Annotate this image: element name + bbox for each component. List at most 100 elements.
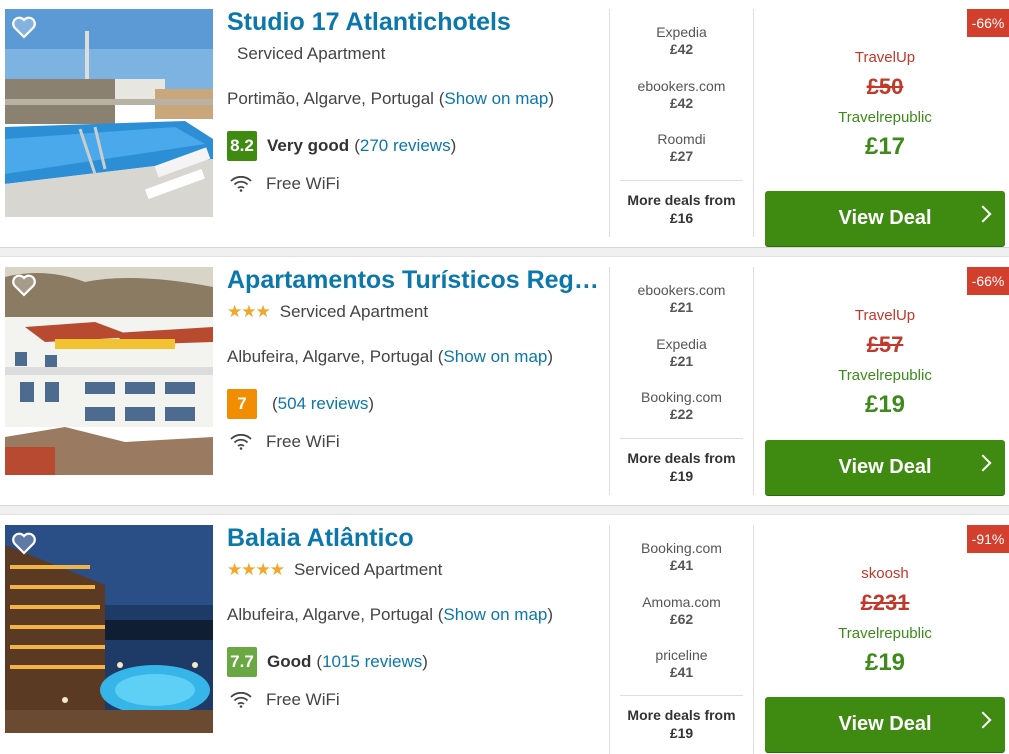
- more-deals-price: £19: [669, 468, 694, 484]
- more-deals-label: More deals from: [627, 192, 736, 208]
- hotel-card: Studio 17 Atlantichotels Serviced Apartm…: [0, 8, 1009, 247]
- reviews-link[interactable]: 270 reviews: [360, 136, 451, 155]
- deal-item[interactable]: Expedia £42: [610, 24, 753, 58]
- heart-icon[interactable]: [11, 531, 37, 555]
- rating-label: Good: [267, 652, 312, 671]
- rating-row: 8.2 Very good (270 reviews): [227, 131, 456, 161]
- deal-price: £62: [669, 611, 694, 627]
- paren-close: ): [547, 347, 554, 366]
- deal-price: £21: [669, 299, 694, 315]
- chevron-right-icon: [974, 454, 992, 472]
- reviews-count: (504 reviews): [272, 394, 374, 414]
- rating-score-badge: 7.7: [227, 647, 257, 677]
- wifi-icon: [230, 434, 252, 450]
- amenity-label: Free WiFi: [266, 174, 340, 193]
- discount-badge: -66%: [967, 267, 1009, 295]
- rating-score-badge: 8.2: [227, 131, 257, 161]
- hotel-photo[interactable]: [5, 9, 213, 217]
- deal-provider: ebookers.com: [637, 282, 726, 298]
- more-deals-label: More deals from: [627, 450, 736, 466]
- accommodation-type: ★★★★ Serviced Apartment: [227, 560, 442, 580]
- hotel-location: Albufeira, Algarve, Portugal (Show on ma…: [227, 605, 553, 625]
- accommodation-type: Serviced Apartment: [227, 44, 385, 64]
- hotel-photo[interactable]: [5, 525, 213, 733]
- best-price: £17: [864, 133, 906, 160]
- other-deals: Booking.com £41 Amoma.com £62 priceline …: [609, 525, 754, 754]
- amenity-row: Free WiFi: [230, 432, 340, 452]
- best-price: £19: [864, 391, 906, 418]
- deal-item[interactable]: Roomdi £27: [610, 131, 753, 165]
- view-deal-label: View Deal: [838, 713, 932, 735]
- compare-provider: skoosh: [861, 565, 909, 582]
- deal-provider: Roomdi: [657, 131, 706, 147]
- discount-badge: -66%: [967, 9, 1009, 37]
- accommodation-type-label: Serviced Apartment: [279, 302, 429, 321]
- rating-row: 7.7 Good (1015 reviews): [227, 647, 428, 677]
- deal-provider: Expedia: [656, 336, 707, 352]
- accommodation-type-label: Serviced Apartment: [237, 44, 386, 63]
- discount-badge: -91%: [967, 525, 1009, 553]
- amenity-label: Free WiFi: [266, 432, 340, 451]
- compare-price: £57: [866, 332, 904, 357]
- chevron-right-icon: [974, 205, 992, 223]
- show-on-map-link[interactable]: Show on map: [443, 347, 547, 366]
- card-separator: [0, 247, 1009, 257]
- deal-provider: Booking.com: [641, 389, 722, 405]
- more-deals-label: More deals from: [627, 707, 736, 723]
- paren-close: ): [548, 89, 554, 108]
- more-deals-link[interactable]: More deals from £19: [620, 695, 743, 742]
- view-deal-label: View Deal: [838, 207, 932, 229]
- hotel-card: Balaia Atlântico ★★★★ Serviced Apartment…: [0, 524, 1009, 754]
- card-separator: [0, 505, 1009, 515]
- location-text: Albufeira, Algarve, Portugal: [227, 605, 434, 624]
- deal-item[interactable]: ebookers.com £21: [610, 282, 753, 316]
- deal-price: £41: [669, 664, 694, 680]
- deal-provider: Expedia: [656, 24, 707, 40]
- deal-item[interactable]: Booking.com £22: [610, 389, 753, 423]
- reviews-link[interactable]: 504 reviews: [278, 394, 369, 413]
- deal-price: £21: [669, 353, 694, 369]
- main-deal: -66% TravelUp £50 Travelrepublic £17 Vie…: [765, 9, 1009, 247]
- reviews-link[interactable]: 1015 reviews: [322, 652, 422, 671]
- deal-provider: priceline: [655, 647, 708, 663]
- show-on-map-link[interactable]: Show on map: [444, 89, 548, 108]
- view-deal-button[interactable]: View Deal: [765, 440, 1005, 495]
- deal-item[interactable]: ebookers.com £42: [610, 78, 753, 112]
- accommodation-type-label: Serviced Apartment: [293, 560, 443, 579]
- deal-price: £22: [669, 406, 694, 422]
- wifi-icon: [230, 176, 252, 192]
- deal-price: £41: [669, 557, 694, 573]
- deal-item[interactable]: Amoma.com £62: [610, 594, 753, 628]
- location-text: Portimão, Algarve, Portugal: [227, 89, 434, 108]
- wifi-icon: [230, 692, 252, 708]
- heart-icon[interactable]: [11, 273, 37, 297]
- view-deal-button[interactable]: View Deal: [765, 697, 1005, 752]
- deal-provider: ebookers.com: [637, 78, 726, 94]
- more-deals-link[interactable]: More deals from £19: [620, 438, 743, 485]
- amenity-row: Free WiFi: [230, 174, 340, 194]
- hotel-photo[interactable]: [5, 267, 213, 475]
- show-on-map-link[interactable]: Show on map: [443, 605, 547, 624]
- amenity-row: Free WiFi: [230, 690, 340, 710]
- deal-item[interactable]: Booking.com £41: [610, 540, 753, 574]
- reviews-count: (270 reviews): [354, 136, 456, 156]
- best-provider: Travelrepublic: [838, 109, 932, 126]
- hotel-name-link[interactable]: Apartamentos Turísticos Reg…: [227, 266, 602, 295]
- deal-item[interactable]: Expedia £21: [610, 336, 753, 370]
- compare-provider: TravelUp: [854, 307, 916, 324]
- more-deals-link[interactable]: More deals from £16: [620, 180, 743, 227]
- deal-price: £27: [669, 148, 694, 164]
- rating-row: 7 (504 reviews): [227, 389, 374, 419]
- hotel-location: Portimão, Algarve, Portugal (Show on map…: [227, 89, 554, 109]
- view-deal-button[interactable]: View Deal: [765, 191, 1005, 246]
- accommodation-type: ★★★ Serviced Apartment: [227, 302, 428, 322]
- hotel-name-link[interactable]: Balaia Atlântico: [227, 524, 602, 553]
- heart-icon[interactable]: [11, 15, 37, 39]
- compare-price: £50: [866, 74, 904, 99]
- hotel-name-link[interactable]: Studio 17 Atlantichotels: [227, 8, 602, 37]
- more-deals-price: £19: [669, 725, 694, 741]
- reviews-count: (1015 reviews): [316, 652, 428, 672]
- deal-provider: Booking.com: [641, 540, 722, 556]
- deal-item[interactable]: priceline £41: [610, 647, 753, 681]
- paren-close: ): [422, 652, 428, 671]
